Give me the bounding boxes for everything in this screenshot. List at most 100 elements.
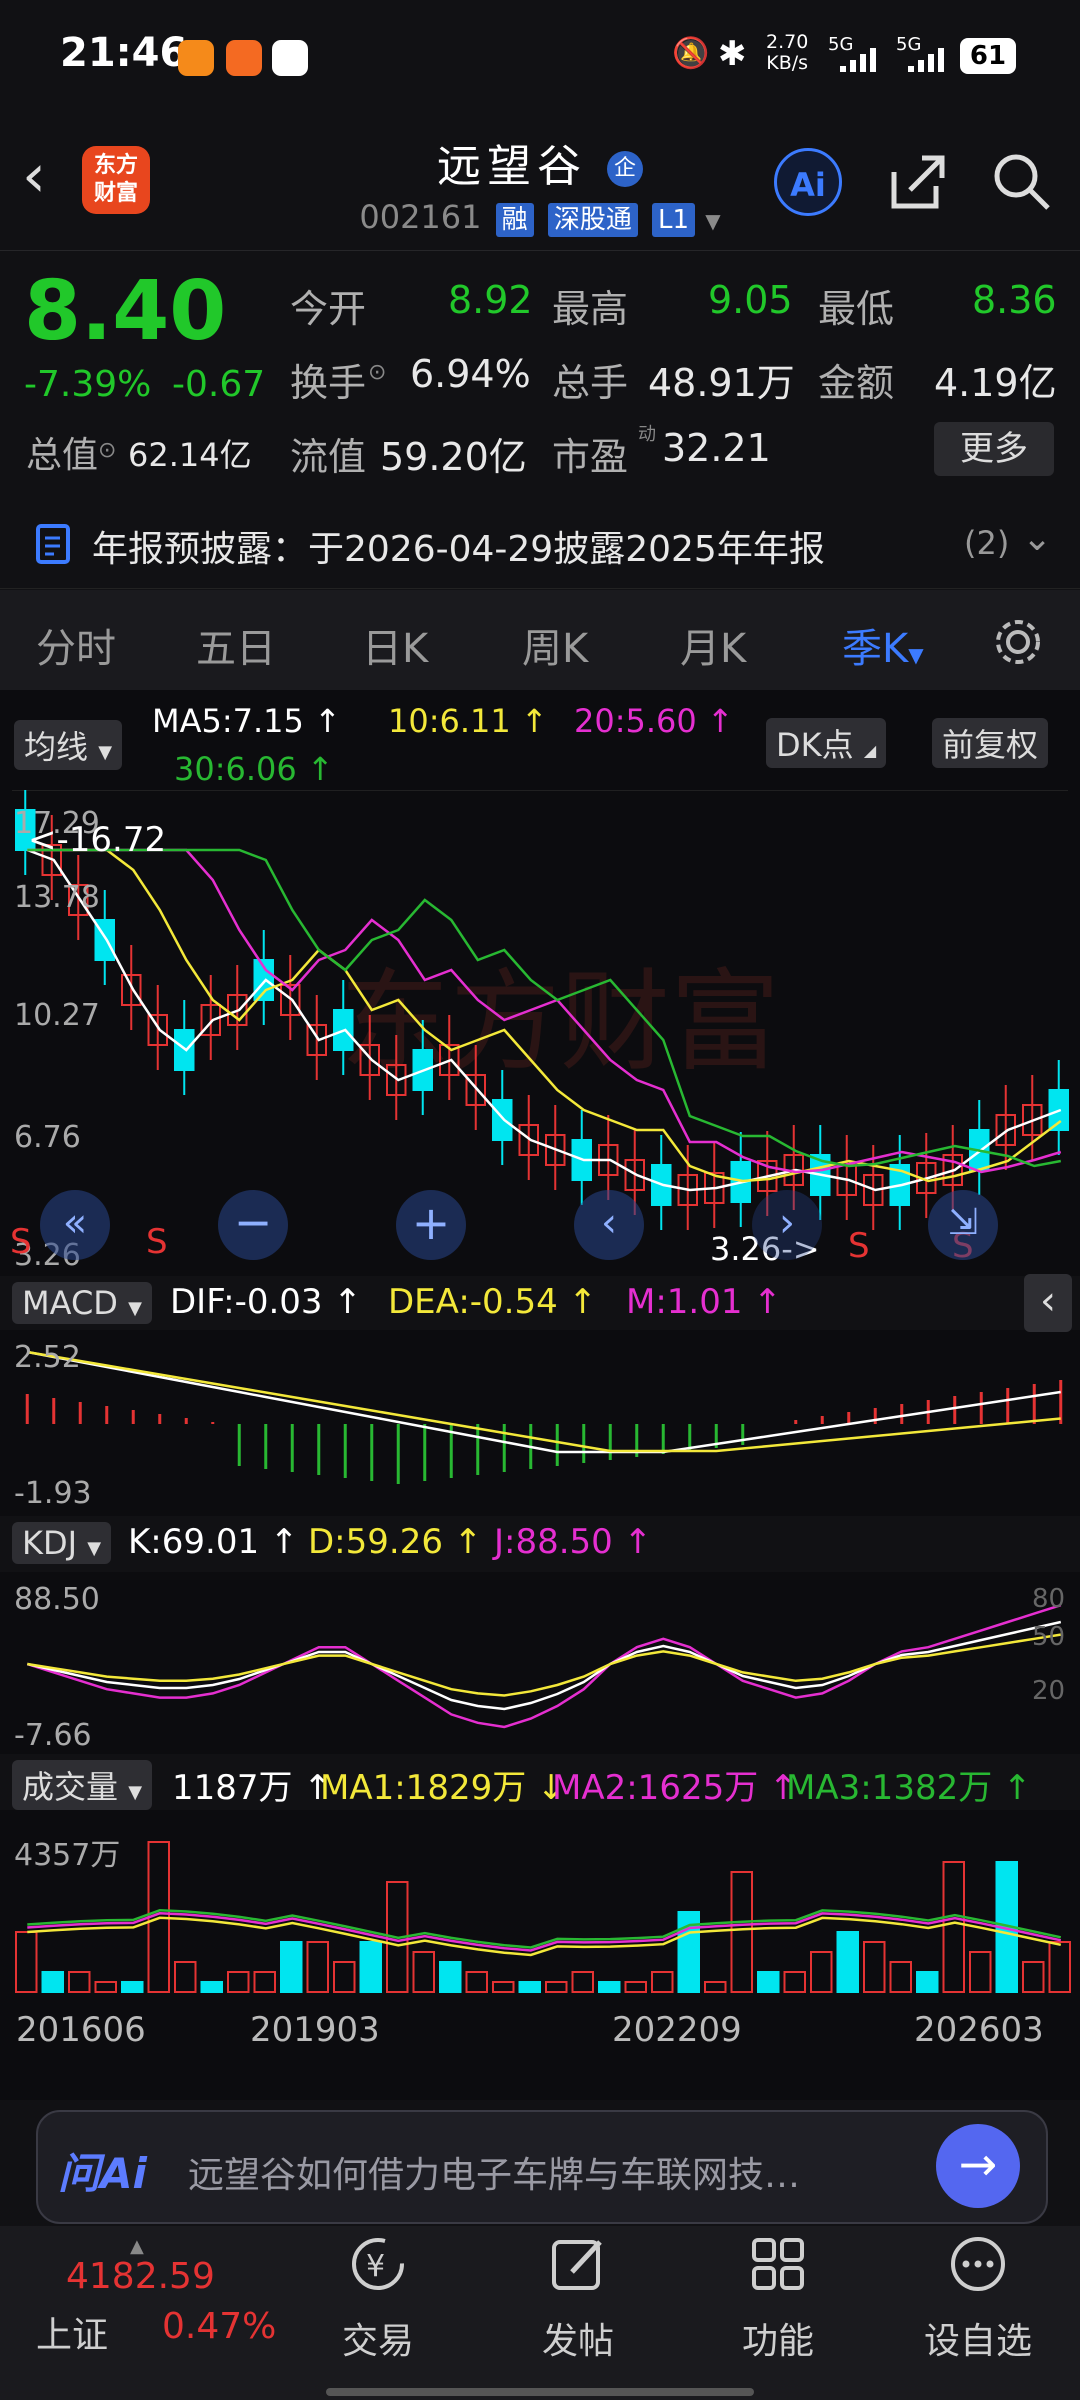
adjust-button[interactable]: 前复权 <box>932 718 1049 768</box>
more-dots-icon <box>951 2237 1005 2291</box>
app-notification-icon <box>226 40 262 76</box>
macd-y-top: 2.52 <box>14 1340 81 1375</box>
info-icon[interactable]: ⊙ <box>98 438 116 463</box>
volume-bar <box>704 1981 727 1993</box>
tab-weekly-k[interactable]: 周K <box>522 616 588 674</box>
trade-icon: ¥ <box>352 2238 404 2290</box>
bluetooth-icon: ✱ <box>718 34 747 74</box>
low-value: 8.36 <box>972 278 1057 322</box>
tag-margin: 融 <box>495 203 534 237</box>
nav-functions[interactable]: 功能 <box>698 2228 858 2398</box>
sell-mark: S <box>146 1222 168 1262</box>
volume-selector-label: 成交量 <box>22 1768 119 1806</box>
tag-level: L1 <box>652 203 696 237</box>
arrow-right-icon[interactable]: → <box>936 2124 1020 2208</box>
reset-icon[interactable]: ⇲ <box>928 1190 998 1260</box>
tab-daily-k[interactable]: 日K <box>362 616 428 674</box>
step-left-icon[interactable]: ‹ <box>574 1190 644 1260</box>
net-speed-value: 2.70 <box>766 31 809 53</box>
gear-icon[interactable] <box>990 614 1046 670</box>
chevron-down-icon: ⌄ <box>1022 518 1053 559</box>
status-bar: 21:46 🔕 ✱ 2.70 KB/s 5G 5G 61 <box>0 0 1080 112</box>
volume-chart <box>15 1841 1071 1993</box>
volume-ma-line <box>27 1909 1062 1949</box>
volume-bar <box>1022 1961 1045 1993</box>
index-change[interactable]: 0.47% <box>162 2306 276 2347</box>
more-button[interactable]: 更多 <box>934 422 1054 476</box>
volume-label: 总手 <box>552 361 629 405</box>
volume-bar <box>253 1971 276 1993</box>
stock-name: 远望谷 <box>437 141 587 192</box>
volume-bar <box>518 1981 541 1993</box>
scroll-left-icon[interactable]: « <box>40 1190 110 1260</box>
nav-watchlist[interactable]: 设自选 <box>898 2228 1058 2398</box>
dk-button[interactable]: DK点 ◢ <box>766 718 887 768</box>
tab-five-day[interactable]: 五日 <box>196 616 276 674</box>
nav-post[interactable]: 发帖 <box>498 2228 658 2398</box>
high-value: 9.05 <box>708 278 793 322</box>
notice-text: 年报预披露：于2026-04-29披露2025年年报 <box>92 529 825 570</box>
x-label: 201606 <box>16 2010 146 2050</box>
nav-trade[interactable]: ¥ 交易 <box>298 2228 458 2398</box>
volume-bar <box>836 1931 859 1993</box>
step-right-icon[interactable]: › <box>752 1190 822 1260</box>
caret-up-icon: ▲ <box>130 2236 144 2257</box>
volume-selector[interactable]: 成交量 ▼ <box>12 1760 153 1810</box>
current-price: 8.40 <box>24 264 227 359</box>
volume-bar <box>200 1981 223 1993</box>
y-label-2: 13.78 <box>14 880 100 915</box>
tab-quarterly-k[interactable]: 季K▼ <box>842 616 924 674</box>
zoom-in-icon[interactable]: + <box>396 1190 466 1260</box>
mute-icon: 🔕 <box>672 36 710 71</box>
volume-bar <box>121 1981 144 1993</box>
battery-icon: 61 <box>960 38 1016 74</box>
volume-bar <box>439 1961 462 1993</box>
macd-m: M:1.01 ↑ <box>626 1282 782 1322</box>
index-name[interactable]: 上证 <box>36 2306 108 2358</box>
net-speed: 2.70 KB/s <box>766 32 808 74</box>
tab-intraday[interactable]: 分时 <box>36 616 116 674</box>
ai-logo: 问Ai <box>58 2149 147 2198</box>
kdj-chart <box>26 1604 1062 1729</box>
collapse-icon[interactable]: ‹ <box>1024 1274 1072 1332</box>
kdj-selector[interactable]: KDJ ▼ <box>12 1522 112 1564</box>
mktcap-value: 62.14亿 <box>128 436 252 474</box>
volume-bar <box>942 1861 965 1993</box>
volume-bar <box>492 1981 515 1993</box>
ai-button[interactable]: Ai <box>774 148 842 216</box>
search-icon[interactable] <box>990 150 1054 214</box>
divider <box>0 250 1080 251</box>
dk-button-label: DK点 <box>776 726 854 764</box>
low-label: 最低 <box>818 287 895 331</box>
info-icon[interactable]: ⊙ <box>368 360 386 385</box>
kline-chart[interactable]: 东方财富 <box>0 790 1080 1270</box>
kdj-j: J:88.50 ↑ <box>494 1522 653 1562</box>
kdj-line <box>26 1604 1062 1729</box>
ma-selector[interactable]: 均线 ▼ <box>14 720 123 770</box>
chevron-down-icon: ▼ <box>87 1538 102 1559</box>
macd-chart <box>25 1350 1063 1484</box>
notice-bar[interactable]: 年报预披露：于2026-04-29披露2025年年报 (2) ⌄ <box>0 500 1080 589</box>
edit-icon <box>552 2240 602 2290</box>
share-icon[interactable] <box>886 150 950 214</box>
volume-ma3: MA3:1382万 ↑ <box>786 1768 1032 1808</box>
volume-bar <box>651 1971 674 1993</box>
tab-monthly-k[interactable]: 月K <box>680 616 746 674</box>
volume-value: 48.91万 <box>648 361 795 405</box>
dea-line <box>27 1350 1061 1453</box>
kdj-ref-80: 80 <box>1032 1584 1066 1614</box>
volume-bar <box>68 1971 91 1993</box>
signal-icon <box>908 48 944 72</box>
volume-y-top: 4357万 <box>14 1838 121 1873</box>
index-value[interactable]: 4182.59 <box>66 2256 215 2297</box>
macd-selector[interactable]: MACD ▼ <box>12 1282 152 1324</box>
volume-bar <box>306 1941 329 1993</box>
volume-bar <box>15 1931 38 1993</box>
zoom-out-icon[interactable]: − <box>218 1190 288 1260</box>
home-indicator[interactable] <box>326 2388 754 2396</box>
float-value: 59.20亿 <box>380 435 527 479</box>
kdj-k: K:69.01 ↑ <box>128 1522 299 1562</box>
volume-bar <box>863 1941 886 1993</box>
ai-question-bar[interactable]: 问Ai 远望谷如何借力电子车牌与车联网技… → <box>36 2110 1048 2224</box>
change-value: -0.67 <box>172 364 266 405</box>
